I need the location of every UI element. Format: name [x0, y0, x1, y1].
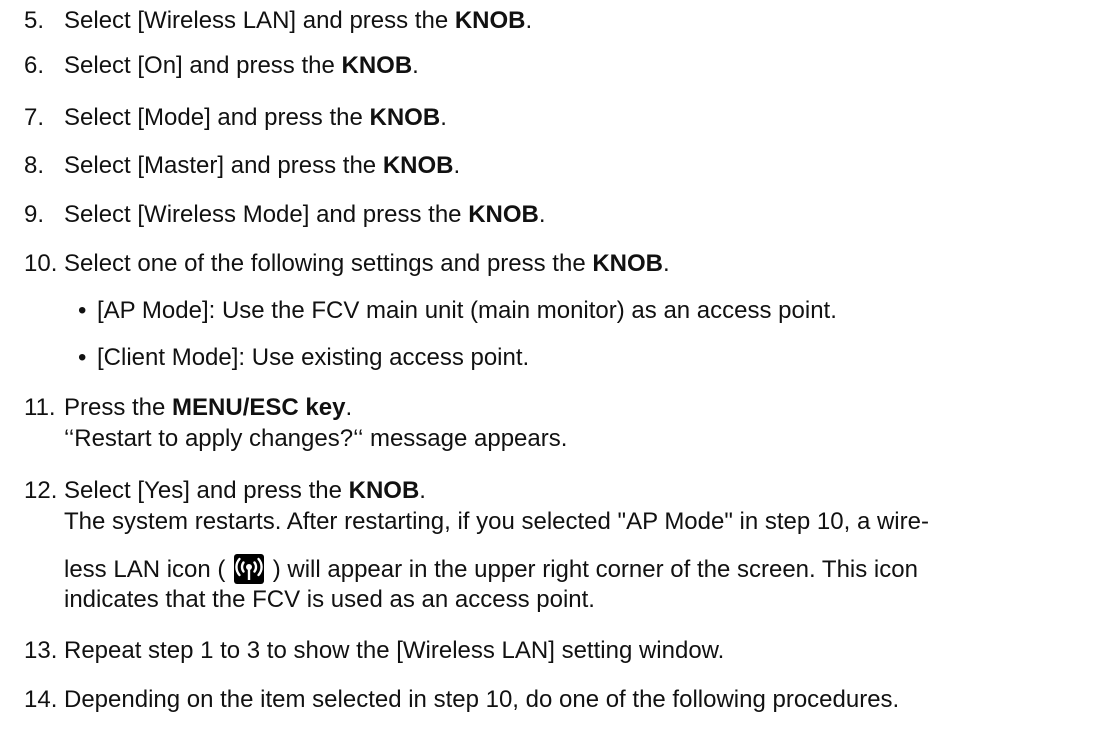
bullet-text: [Client Mode]: Use existing access point… [97, 344, 530, 371]
document-page: 5. Select [Wireless LAN] and press the K… [0, 0, 1120, 735]
bullet-char: • [78, 344, 87, 371]
step-number: 10. [24, 250, 58, 277]
step-11-text: Press the MENU/ESC key. [64, 393, 352, 423]
key-name: KNOB [348, 477, 420, 504]
step-note: ) will appear in the upper right corner … [266, 556, 918, 583]
step-number: 7. [24, 104, 45, 131]
step-13: 13. [24, 636, 57, 666]
step-7-text: Select [Mode] and press the KNOB. [64, 103, 447, 133]
bullet-client-mode-text: [Client Mode]: Use existing access point… [97, 343, 529, 373]
step-13-text: Repeat step 1 to 3 to show the [Wireless… [64, 636, 724, 666]
step-number: 13. [24, 637, 58, 664]
key-name: KNOB [468, 201, 539, 228]
step-note: ‘‘Restart to apply changes?‘‘ message ap… [64, 425, 568, 452]
step-text: Select [On] and press the [64, 52, 342, 79]
bullet-char: • [78, 297, 87, 324]
step-8-text: Select [Master] and press the KNOB. [64, 151, 460, 181]
punctuation: . [663, 250, 670, 277]
punctuation: . [538, 201, 546, 228]
punctuation: . [419, 477, 426, 504]
step-text: Select one of the following settings and… [64, 250, 593, 277]
step-text: Press the [64, 394, 173, 421]
key-name: KNOB [454, 7, 526, 34]
step-12: 12. [24, 476, 57, 506]
step-9-text: Select [Wireless Mode] and press the KNO… [64, 200, 546, 230]
bullet-client-mode: • [78, 343, 86, 373]
step-note: The system restarts. After restarting, i… [64, 508, 929, 535]
key-name: KNOB [382, 152, 454, 179]
step-number: 6. [24, 52, 45, 79]
step-5-text: Select [Wireless LAN] and press the KNOB… [64, 6, 532, 36]
step-number: 9. [24, 201, 45, 228]
key-name: KNOB [592, 250, 663, 277]
step-number: 12. [24, 477, 58, 504]
key-name: KNOB [369, 104, 441, 131]
step-12-note-line3: indicates that the FCV is used as an acc… [64, 585, 595, 615]
step-text: Select [Yes] and press the [64, 477, 349, 504]
step-number: 11. [24, 394, 56, 421]
step-11: 11. [24, 393, 56, 423]
step-note: indicates that the FCV is used as an acc… [64, 586, 595, 613]
punctuation: . [453, 152, 461, 179]
step-note: less LAN icon ( [64, 556, 233, 583]
step-number: 8. [24, 152, 45, 179]
step-number: 14. [24, 686, 58, 713]
step-text: Select [Wireless Mode] and press the [64, 201, 469, 228]
punctuation: . [412, 52, 419, 79]
step-6-text: Select [On] and press the KNOB. [64, 51, 419, 81]
step-12-text: Select [Yes] and press the KNOB. [64, 476, 426, 506]
step-text: Repeat step 1 to 3 to show the [Wireless… [64, 637, 725, 664]
punctuation: . [525, 7, 533, 34]
step-8: 8. [24, 151, 44, 181]
wireless-lan-icon [234, 554, 265, 584]
punctuation: . [440, 104, 447, 131]
step-6: 6. [24, 51, 44, 81]
step-7: 7. [24, 103, 44, 133]
step-text: Depending on the item selected in step 1… [64, 686, 900, 713]
step-text: Select [Mode] and press the [64, 104, 370, 131]
step-11-note: ‘‘Restart to apply changes?‘‘ message ap… [64, 424, 567, 454]
step-10: 10. [24, 249, 57, 279]
bullet-text: [AP Mode]: Use the FCV main unit (main m… [97, 297, 837, 324]
step-12-note-line1: The system restarts. After restarting, i… [64, 507, 929, 537]
bullet-ap-mode-text: [AP Mode]: Use the FCV main unit (main m… [97, 296, 837, 326]
step-14: 14. [24, 685, 57, 715]
step-9: 9. [24, 200, 44, 230]
bullet-ap-mode: • [78, 296, 86, 326]
step-text: Select [Wireless LAN] and press the [64, 7, 455, 34]
step-12-note-line2: less LAN icon ( ) will appear in the upp… [64, 554, 918, 585]
step-text: Select [Master] and press the [64, 152, 383, 179]
key-name: MENU/ESC key [172, 394, 346, 421]
step-5: 5. [24, 6, 44, 36]
step-number: 5. [24, 7, 45, 34]
step-14-text: Depending on the item selected in step 1… [64, 685, 899, 715]
key-name: KNOB [341, 52, 413, 79]
punctuation: . [345, 394, 353, 421]
step-10-text: Select one of the following settings and… [64, 249, 670, 279]
